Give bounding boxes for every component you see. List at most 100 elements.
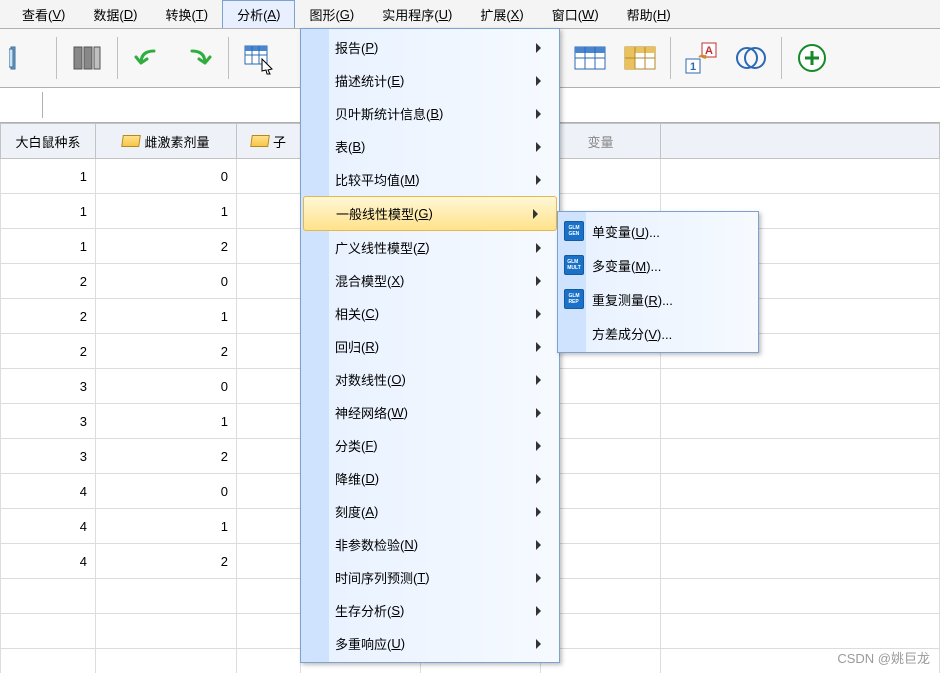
redo-button[interactable]: [178, 38, 218, 78]
toolbar-btn-sets[interactable]: [731, 38, 771, 78]
cell[interactable]: 0: [96, 474, 237, 509]
cell[interactable]: [237, 264, 301, 299]
cell[interactable]: [0, 614, 96, 649]
cell-blank[interactable]: [661, 544, 940, 579]
cell[interactable]: 3: [0, 439, 96, 474]
menu-item[interactable]: 神经网络(W): [301, 396, 559, 429]
toolbar-btn-columns[interactable]: [67, 38, 107, 78]
menu-item[interactable]: 相关(C): [301, 297, 559, 330]
menu-w[interactable]: 窗口(W): [538, 0, 613, 28]
cell-blank[interactable]: [661, 474, 940, 509]
cell[interactable]: [237, 649, 301, 673]
menu-d[interactable]: 数据(D): [79, 0, 151, 28]
cell[interactable]: [237, 474, 301, 509]
toolbar-btn-pivot-yellow[interactable]: [620, 38, 660, 78]
menu-item[interactable]: 生存分析(S): [301, 594, 559, 627]
cell[interactable]: [237, 299, 301, 334]
cell-blank[interactable]: [661, 404, 940, 439]
cell[interactable]: 2: [0, 264, 96, 299]
cell[interactable]: 1: [96, 299, 237, 334]
cell-blank[interactable]: [661, 369, 940, 404]
menu-item[interactable]: 多重响应(U): [301, 627, 559, 660]
column-header-1[interactable]: 雌激素剂量: [96, 123, 237, 159]
cell[interactable]: 0: [96, 159, 237, 194]
cell[interactable]: 2: [96, 334, 237, 369]
cell[interactable]: 1: [0, 194, 96, 229]
submenu-item[interactable]: GLMGEN单变量(U)...: [558, 214, 758, 248]
cell-blank[interactable]: [661, 614, 940, 649]
cell[interactable]: [237, 579, 301, 614]
menu-item[interactable]: 对数线性(O): [301, 363, 559, 396]
toolbar-btn-pivot-blue[interactable]: [570, 38, 610, 78]
cell[interactable]: [96, 649, 237, 673]
cell[interactable]: [237, 544, 301, 579]
submenu-item[interactable]: GLMREP重复测量(R)...: [558, 282, 758, 316]
cell[interactable]: 3: [0, 369, 96, 404]
cell-blank[interactable]: [661, 509, 940, 544]
menu-item[interactable]: 报告(P): [301, 31, 559, 64]
cell[interactable]: 2: [96, 439, 237, 474]
cell[interactable]: 4: [0, 544, 96, 579]
cell[interactable]: 1: [0, 159, 96, 194]
toolbar-btn-value-labels[interactable]: A 1: [681, 38, 721, 78]
submenu-item[interactable]: GLMMULT多变量(M)...: [558, 248, 758, 282]
cell[interactable]: 4: [0, 474, 96, 509]
cell[interactable]: [237, 439, 301, 474]
cell[interactable]: 1: [0, 229, 96, 264]
menu-v[interactable]: 查看(V): [8, 0, 79, 28]
toolbar-btn-add[interactable]: [792, 38, 832, 78]
cell[interactable]: [237, 369, 301, 404]
menu-item[interactable]: 非参数检验(N): [301, 528, 559, 561]
toolbar-btn-select-table[interactable]: [239, 38, 279, 78]
cell[interactable]: [96, 614, 237, 649]
menu-item[interactable]: 表(B): [301, 130, 559, 163]
menu-x[interactable]: 扩展(X): [466, 0, 537, 28]
menu-item[interactable]: 降维(D): [301, 462, 559, 495]
cell[interactable]: [96, 579, 237, 614]
menu-item[interactable]: 刻度(A): [301, 495, 559, 528]
cell-blank[interactable]: [661, 159, 940, 194]
cell[interactable]: 2: [96, 544, 237, 579]
cell[interactable]: [237, 614, 301, 649]
submenu-item[interactable]: 方差成分(V)...: [558, 316, 758, 350]
menu-t[interactable]: 转换(T): [151, 0, 222, 28]
cell-blank[interactable]: [661, 439, 940, 474]
cell[interactable]: [237, 509, 301, 544]
cell[interactable]: 4: [0, 509, 96, 544]
menu-item[interactable]: 比较平均值(M): [301, 163, 559, 196]
column-header-0[interactable]: 大白鼠种系: [0, 123, 96, 159]
column-header-2[interactable]: 子: [237, 123, 301, 159]
menu-item[interactable]: 贝叶斯统计信息(B): [301, 97, 559, 130]
cell[interactable]: 2: [0, 299, 96, 334]
menu-item[interactable]: 分类(F): [301, 429, 559, 462]
menu-item[interactable]: 混合模型(X): [301, 264, 559, 297]
cell[interactable]: 0: [96, 369, 237, 404]
cell[interactable]: [237, 194, 301, 229]
menu-a[interactable]: 分析(A): [222, 0, 295, 28]
cell[interactable]: 0: [96, 264, 237, 299]
menu-g[interactable]: 图形(G): [295, 0, 368, 28]
menu-item[interactable]: 一般线性模型(G): [303, 196, 557, 231]
cell[interactable]: 2: [0, 334, 96, 369]
cell[interactable]: 1: [96, 404, 237, 439]
cell[interactable]: 2: [96, 229, 237, 264]
undo-button[interactable]: [128, 38, 168, 78]
menu-u[interactable]: 实用程序(U): [368, 0, 466, 28]
cell[interactable]: 1: [96, 509, 237, 544]
cell[interactable]: [237, 404, 301, 439]
toolbar-btn-open-left[interactable]: [6, 38, 46, 78]
name-box[interactable]: [2, 92, 43, 118]
menu-item[interactable]: 回归(R): [301, 330, 559, 363]
cell[interactable]: 1: [96, 194, 237, 229]
cell[interactable]: [237, 229, 301, 264]
menu-item[interactable]: 描述统计(E): [301, 64, 559, 97]
menu-item[interactable]: 时间序列预测(T): [301, 561, 559, 594]
cell[interactable]: [0, 649, 96, 673]
menu-item[interactable]: 广义线性模型(Z): [301, 231, 559, 264]
cell[interactable]: [237, 334, 301, 369]
cell-blank[interactable]: [661, 579, 940, 614]
menu-h[interactable]: 帮助(H): [613, 0, 685, 28]
cell[interactable]: [237, 159, 301, 194]
cell[interactable]: [0, 579, 96, 614]
cell[interactable]: 3: [0, 404, 96, 439]
